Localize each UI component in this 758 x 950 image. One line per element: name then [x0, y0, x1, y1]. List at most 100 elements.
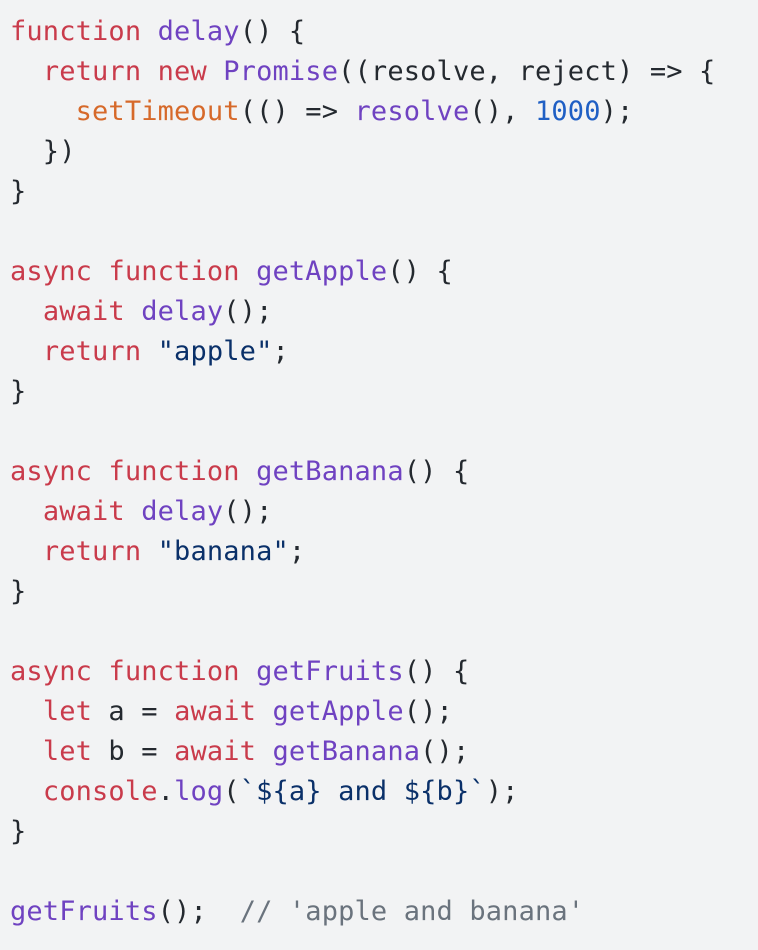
code-line: await delay(); [10, 492, 273, 532]
code-token-keyword: console [42, 776, 158, 807]
code-token-func: getApple [256, 256, 388, 287]
code-line: function delay() { [10, 12, 305, 52]
code-token-keyword: async [10, 456, 93, 487]
code-line: let a = await getApple(); [10, 692, 453, 732]
code-token-plain: } [10, 176, 27, 207]
code-token-func: delay [141, 296, 224, 327]
code-line: }) [10, 132, 76, 172]
code-token-func: resolve [354, 96, 470, 127]
code-line: await delay(); [10, 292, 273, 332]
code-token-plain: ); [600, 96, 634, 127]
code-token-plain: (); [157, 896, 240, 927]
code-token-func: getFruits [10, 896, 158, 927]
code-token-plain: ( [223, 776, 240, 807]
code-token-plain: () { [387, 256, 453, 287]
code-token-keyword: await [42, 496, 125, 527]
code-line: return "banana"; [10, 532, 305, 572]
code-token-func: getFruits [256, 656, 404, 687]
code-token-keyword: function [10, 16, 142, 47]
code-token-plain: (), [469, 96, 535, 127]
code-token-keyword: await [174, 696, 257, 727]
code-token-plain: () { [403, 656, 470, 687]
code-token-keyword: function [108, 456, 240, 487]
code-token-plain: () { [239, 16, 306, 47]
code-token-func: getBanana [272, 736, 421, 767]
code-token-func: Promise [223, 56, 339, 87]
code-block: function delay() { return new Promise((r… [0, 0, 758, 950]
code-token-plain: (); [420, 736, 470, 767]
code-token-plain: } [10, 376, 27, 407]
code-line: } [10, 812, 26, 852]
code-token-keyword: await [42, 296, 125, 327]
code-token-plain: (() => [239, 96, 355, 127]
code-token-plain: } [10, 576, 27, 607]
code-line: async function getBanana() { [10, 452, 469, 492]
code-token-keyword: function [108, 656, 240, 687]
code-token-plain: (); [223, 296, 273, 327]
code-token-keyword: async [10, 656, 93, 687]
code-line: return new Promise((resolve, reject) => … [10, 52, 715, 92]
code-token-func: getApple [272, 696, 404, 727]
code-line: getFruits(); // 'apple and banana' [10, 892, 584, 932]
code-line: } [10, 372, 26, 412]
code-line: } [10, 572, 26, 612]
code-line: async function getApple() { [10, 252, 453, 292]
code-token-plain: ((resolve, reject) => { [338, 56, 716, 87]
code-token-string: `${a} and ${b}` [239, 776, 486, 807]
code-token-keyword: return [42, 536, 142, 567]
code-token-plain: a = [92, 696, 175, 727]
code-line: async function getFruits() { [10, 652, 469, 692]
code-line: let b = await getBanana(); [10, 732, 469, 772]
code-token-string: "banana" [157, 536, 289, 567]
code-line: setTimeout(() => resolve(), 1000); [10, 92, 634, 132]
code-token-plain: ; [272, 336, 289, 367]
code-token-keyword: return [42, 56, 142, 87]
code-token-func: getBanana [256, 456, 404, 487]
code-line: } [10, 172, 26, 212]
code-line: return "apple"; [10, 332, 289, 372]
code-token-plain: ; [288, 536, 306, 567]
code-token-plain: } [10, 816, 27, 847]
code-token-number: 1000 [535, 96, 601, 127]
code-token-keyword: let [42, 696, 93, 727]
code-token-keyword: await [174, 736, 257, 767]
code-token-plain: (); [403, 696, 453, 727]
code-token-builtin: setTimeout [75, 96, 240, 127]
code-token-plain: (); [223, 496, 273, 527]
code-token-func: log [174, 776, 224, 807]
code-token-func: delay [141, 496, 224, 527]
code-token-plain: }) [10, 136, 76, 167]
code-token-keyword: return [42, 336, 142, 367]
code-token-string: "apple" [157, 336, 273, 367]
code-token-plain: b = [92, 736, 175, 767]
code-token-keyword: async [10, 256, 93, 287]
code-token-plain: . [157, 776, 175, 807]
code-token-keyword: let [42, 736, 93, 767]
code-token-keyword: function [108, 256, 240, 287]
code-token-plain: ); [485, 776, 519, 807]
